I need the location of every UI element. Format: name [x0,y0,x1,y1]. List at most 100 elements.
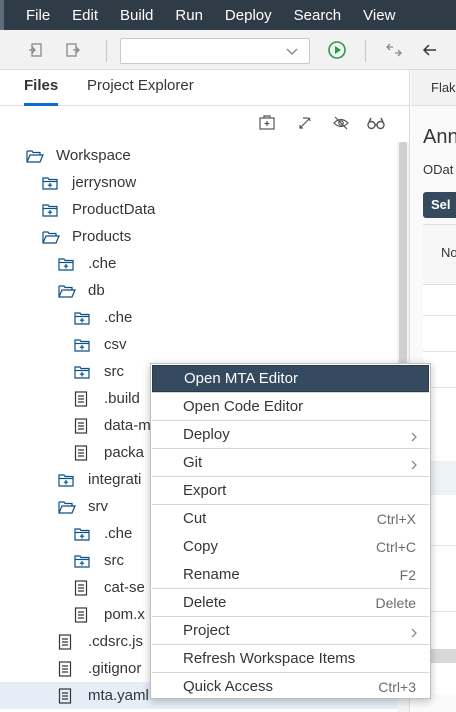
file-icon [74,417,90,434]
tree-item-label: pom.x [104,606,145,623]
menu-item-label: Git [183,454,203,471]
file-icon [74,579,90,596]
folder-icon [74,364,90,380]
menu-item-label: Quick Access [183,678,274,695]
tree-item[interactable]: Workspace [0,142,397,169]
tab-files[interactable]: Files [24,70,59,106]
menu-item-cut[interactable]: Cut Ctrl+X [151,505,430,532]
tree-item[interactable]: jerrysnow [0,169,397,196]
folder-open-icon [42,229,60,245]
menu-item-label: Delete [183,594,227,611]
tree-item-label: srv [88,498,108,515]
new-folder-icon[interactable] [258,114,278,136]
editor-tab-bar: Flak [411,70,456,106]
file-icon [74,390,90,407]
menu-item-deploy[interactable]: Deploy [151,421,430,448]
editor-tab[interactable]: Flak [431,80,456,95]
toolbar [0,30,456,70]
folder-icon [42,202,58,218]
editor-title: Ann [423,126,456,148]
tree-item[interactable]: csv [0,331,397,358]
menu-item-git[interactable]: Git [151,449,430,476]
tree-item-label: .che [104,525,133,542]
folder-icon [74,310,90,326]
menu-item-rename[interactable]: Rename F2 [151,561,430,588]
tree-item[interactable]: .che [0,250,397,277]
menu-item-open-code-editor[interactable]: Open Code Editor [151,393,430,420]
tree-item[interactable]: Products [0,223,397,250]
chevron-right-icon [410,625,418,641]
menu-item-project[interactable]: Project [151,617,430,644]
tree-item-label: .cdsrc.js [88,633,144,650]
tree-item-label: .che [104,309,133,326]
chevron-right-icon [410,429,418,445]
menu-search[interactable]: Search [294,7,342,24]
link-icon[interactable] [296,114,316,136]
tree-item-label: db [88,282,105,299]
context-menu: Open MTA Editor Open Code Editor Deploy Git… [150,363,431,699]
menu-item-shortcut: Delete [375,594,416,611]
table-header: No [423,225,456,285]
glasses-icon[interactable] [366,114,388,136]
undo-icon[interactable] [26,30,46,70]
tree-item-label: csv [104,336,127,353]
editor-subtitle: ODat [423,162,454,177]
split-icon[interactable] [384,30,404,70]
tree-item-label: src [104,552,124,569]
run-icon[interactable] [326,30,348,70]
menu-file[interactable]: File [26,7,50,24]
tree-item[interactable]: ProductData [0,196,397,223]
folder-icon [58,472,74,488]
menu-build[interactable]: Build [120,7,153,24]
menu-run[interactable]: Run [175,7,203,24]
menu-item-shortcut: Ctrl+C [375,538,416,555]
tree-item-label: Products [72,228,132,245]
folder-open-icon [58,499,76,515]
back-icon[interactable] [420,30,440,70]
menu-edit[interactable]: Edit [72,7,98,24]
menu-item-copy[interactable]: Copy Ctrl+C [151,533,430,560]
toolbar-separator [106,40,107,62]
folder-open-icon [58,283,76,299]
tree-item-label: mta.yaml [88,687,149,704]
tree-item-label: .build [104,390,140,407]
menu-item-quick-access[interactable]: Quick Access Ctrl+3 [151,673,430,700]
menu-item-shortcut: F2 [399,566,416,583]
tree-item-label: .gitignor [88,660,142,677]
menu-item-refresh-workspace-items[interactable]: Refresh Workspace Items [151,645,430,672]
folder-icon [74,526,90,542]
chevron-down-icon [285,44,299,61]
folder-icon [42,175,58,191]
select-button[interactable]: Sel [423,192,456,218]
tree-item-label: src [104,363,124,380]
menu-item-label: Refresh Workspace Items [183,650,356,667]
tree-item-label: integrati [88,471,142,488]
folder-icon [74,553,90,569]
folder-icon [74,337,90,353]
menu-item-open-mta-editor[interactable]: Open MTA Editor [152,365,429,392]
tree-item[interactable]: .che [0,304,397,331]
menu-view[interactable]: View [363,7,395,24]
tree-item-label: ProductData [72,201,156,218]
menu-item-delete[interactable]: Delete Delete [151,589,430,616]
menu-item-label: Cut [183,510,207,527]
column-header: No [441,245,456,260]
menu-deploy[interactable]: Deploy [225,7,272,24]
hide-icon[interactable] [332,114,352,136]
tree-item-label: packa [104,444,145,461]
file-icon [74,606,90,623]
menu-bar-edge [0,0,4,30]
tree-item[interactable]: db [0,277,397,304]
menu-item-shortcut: Ctrl+3 [378,678,416,695]
file-icon [74,444,90,461]
redo-icon[interactable] [62,30,82,70]
toolbar-separator [365,40,366,62]
run-config-dropdown[interactable] [120,38,310,64]
tree-item-label: cat-se [104,579,145,596]
menu-item-label: Export [183,482,227,499]
tab-project-explorer[interactable]: Project Explorer [87,70,194,106]
table-row-divider [423,351,456,352]
menu-item-export[interactable]: Export [151,477,430,504]
menu-item-label: Open Code Editor [183,398,304,415]
panel-tabs: Files Project Explorer [0,70,410,106]
